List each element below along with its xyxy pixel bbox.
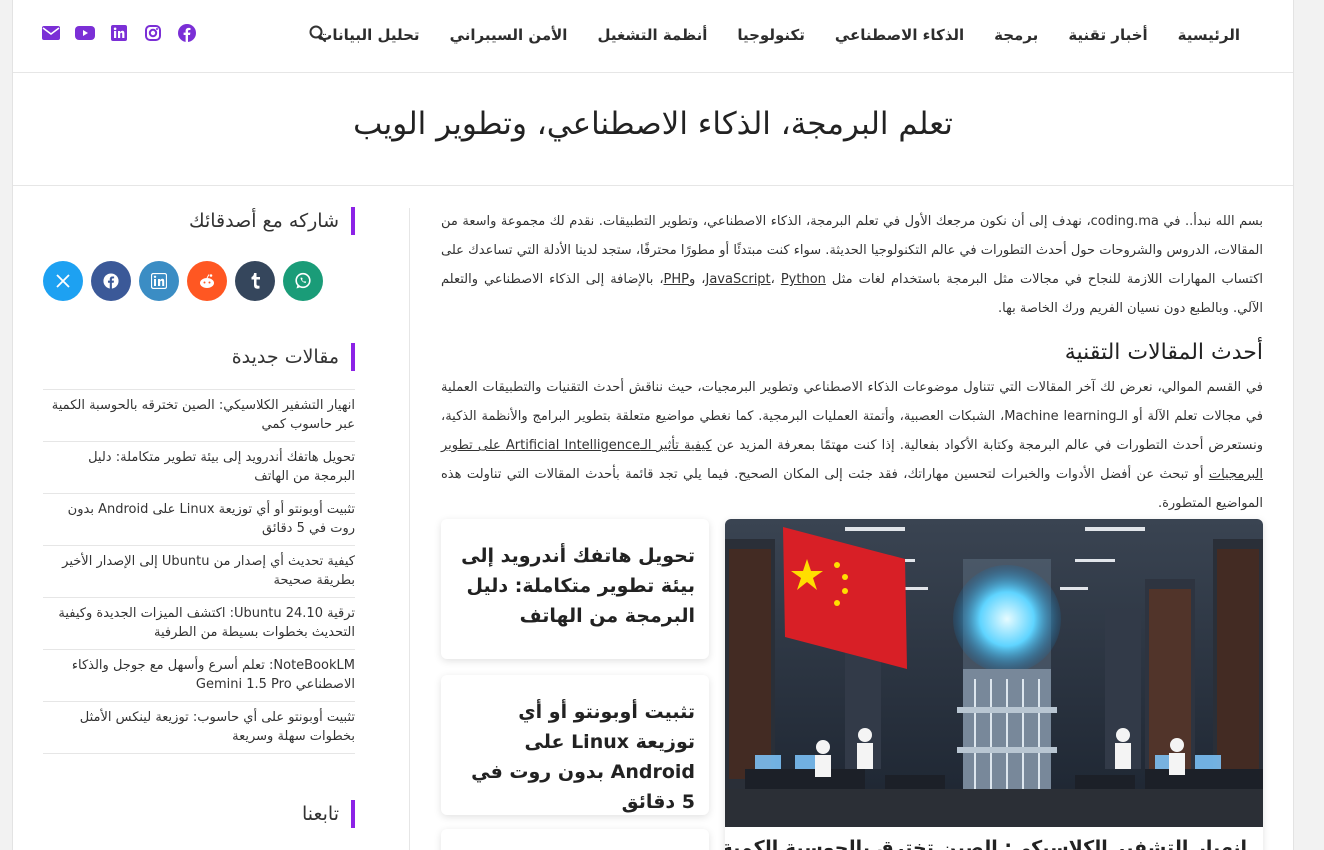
reddit-share-button[interactable]	[187, 261, 227, 301]
facebook-icon[interactable]	[177, 23, 197, 43]
site-header: الرئيسية أخبار تقنية برمجة الذكاء الاصطن…	[13, 0, 1293, 73]
recent-post-link[interactable]: تثبيت أوبونتو أو أي توزيعة Linux على And…	[43, 494, 355, 546]
nav-item-programming[interactable]: برمجة	[979, 22, 1053, 48]
featured-article-image	[725, 519, 1263, 827]
linkedin-icon[interactable]	[109, 23, 129, 43]
recent-post-link[interactable]: NoteBookLM: تعلم أسرع وأسهل مع جوجل والذ…	[43, 650, 355, 702]
nav-item-data-analysis[interactable]: تحليل البيانات	[302, 22, 434, 48]
featured-article-title[interactable]: انهيار التشفير الكلاسيكي: الصين تخترق با…	[725, 827, 1263, 850]
nav-item-operating-systems[interactable]: أنظمة التشغيل	[582, 22, 722, 48]
article-card[interactable]: تحويل هاتفك أندرويد إلى بيئة تطوير متكام…	[441, 519, 709, 659]
recent-posts-list: انهيار التشفير الكلاسيكي: الصين تخترقه ب…	[43, 389, 355, 754]
article-cards: انهيار التشفير الكلاسيكي: الصين تخترق با…	[441, 519, 1263, 850]
python-link[interactable]: Python	[781, 272, 826, 287]
php-link[interactable]: PHP	[664, 272, 689, 287]
x-share-button[interactable]	[43, 261, 83, 301]
nav-item-home[interactable]: الرئيسية	[1163, 22, 1255, 48]
main-content: بسم الله نبدأ.. في coding.ma، نهدف إلى أ…	[441, 187, 1263, 518]
nav-item-technology[interactable]: تكنولوجيا	[722, 22, 820, 48]
sidebar: شاركه مع أصدقائك مقالات جديدة انهيار الت…	[43, 187, 355, 828]
recent-post-link[interactable]: ترقية Ubuntu 24.10: اكتشف الميزات الجديد…	[43, 598, 355, 650]
javascript-link[interactable]: JavaScript	[705, 272, 770, 287]
recent-posts-title: مقالات جديدة	[43, 343, 355, 371]
share-buttons	[43, 261, 355, 301]
recent-post-link[interactable]: تحويل هاتفك أندرويد إلى بيئة تطوير متكام…	[43, 442, 355, 494]
nav-item-tech-news[interactable]: أخبار تقنية	[1053, 22, 1162, 48]
tumblr-share-button[interactable]	[235, 261, 275, 301]
body-text-end: أو تبحث عن أفضل الأدوات والخبرات لتحسين …	[441, 467, 1263, 511]
intro-paragraph: بسم الله نبدأ.. في coding.ma، نهدف إلى أ…	[441, 207, 1263, 323]
separator-text: ، و	[689, 272, 706, 287]
follow-widget-title: تابعنا	[43, 800, 355, 828]
featured-article-card[interactable]: انهيار التشفير الكلاسيكي: الصين تخترق با…	[725, 519, 1263, 850]
article-card-title[interactable]: تثبيت أوبونتو أو أي توزيعة Linux على And…	[455, 697, 695, 817]
page: الرئيسية أخبار تقنية برمجة الذكاء الاصطن…	[12, 0, 1294, 850]
whatsapp-share-button[interactable]	[283, 261, 323, 301]
recent-post-link[interactable]: تثبيت أوبونتو على أي حاسوب: توزيعة لينكس…	[43, 702, 355, 754]
article-card[interactable]	[441, 829, 709, 850]
social-links	[41, 23, 197, 43]
mail-icon[interactable]	[41, 23, 61, 43]
page-title: تعلم البرمجة، الذكاء الاصطناعي، وتطوير ا…	[353, 106, 953, 142]
share-widget-title: شاركه مع أصدقائك	[43, 207, 355, 235]
facebook-share-button[interactable]	[91, 261, 131, 301]
recent-post-link[interactable]: انهيار التشفير الكلاسيكي: الصين تخترقه ب…	[43, 390, 355, 442]
section-title: أحدث المقالات التقنية	[1064, 340, 1263, 365]
recent-post-link[interactable]: كيفية تحديث أي إصدار من Ubuntu إلى الإصد…	[43, 546, 355, 598]
main-nav: الرئيسية أخبار تقنية برمجة الذكاء الاصطن…	[302, 22, 1255, 48]
instagram-icon[interactable]	[143, 23, 163, 43]
page-hero: تعلم البرمجة، الذكاء الاصطناعي، وتطوير ا…	[13, 74, 1293, 186]
nav-item-ai[interactable]: الذكاء الاصطناعي	[820, 22, 979, 48]
youtube-icon[interactable]	[75, 23, 95, 43]
separator-text: ،	[770, 272, 781, 287]
sidebar-divider	[409, 208, 410, 850]
article-card[interactable]: تثبيت أوبونتو أو أي توزيعة Linux على And…	[441, 675, 709, 815]
body-paragraph: في القسم الموالي، نعرض لك آخر المقالات ا…	[441, 373, 1263, 518]
linkedin-share-button[interactable]	[139, 261, 179, 301]
nav-item-cybersecurity[interactable]: الأمن السيبراني	[435, 22, 583, 48]
article-card-title[interactable]: تحويل هاتفك أندرويد إلى بيئة تطوير متكام…	[455, 541, 695, 631]
